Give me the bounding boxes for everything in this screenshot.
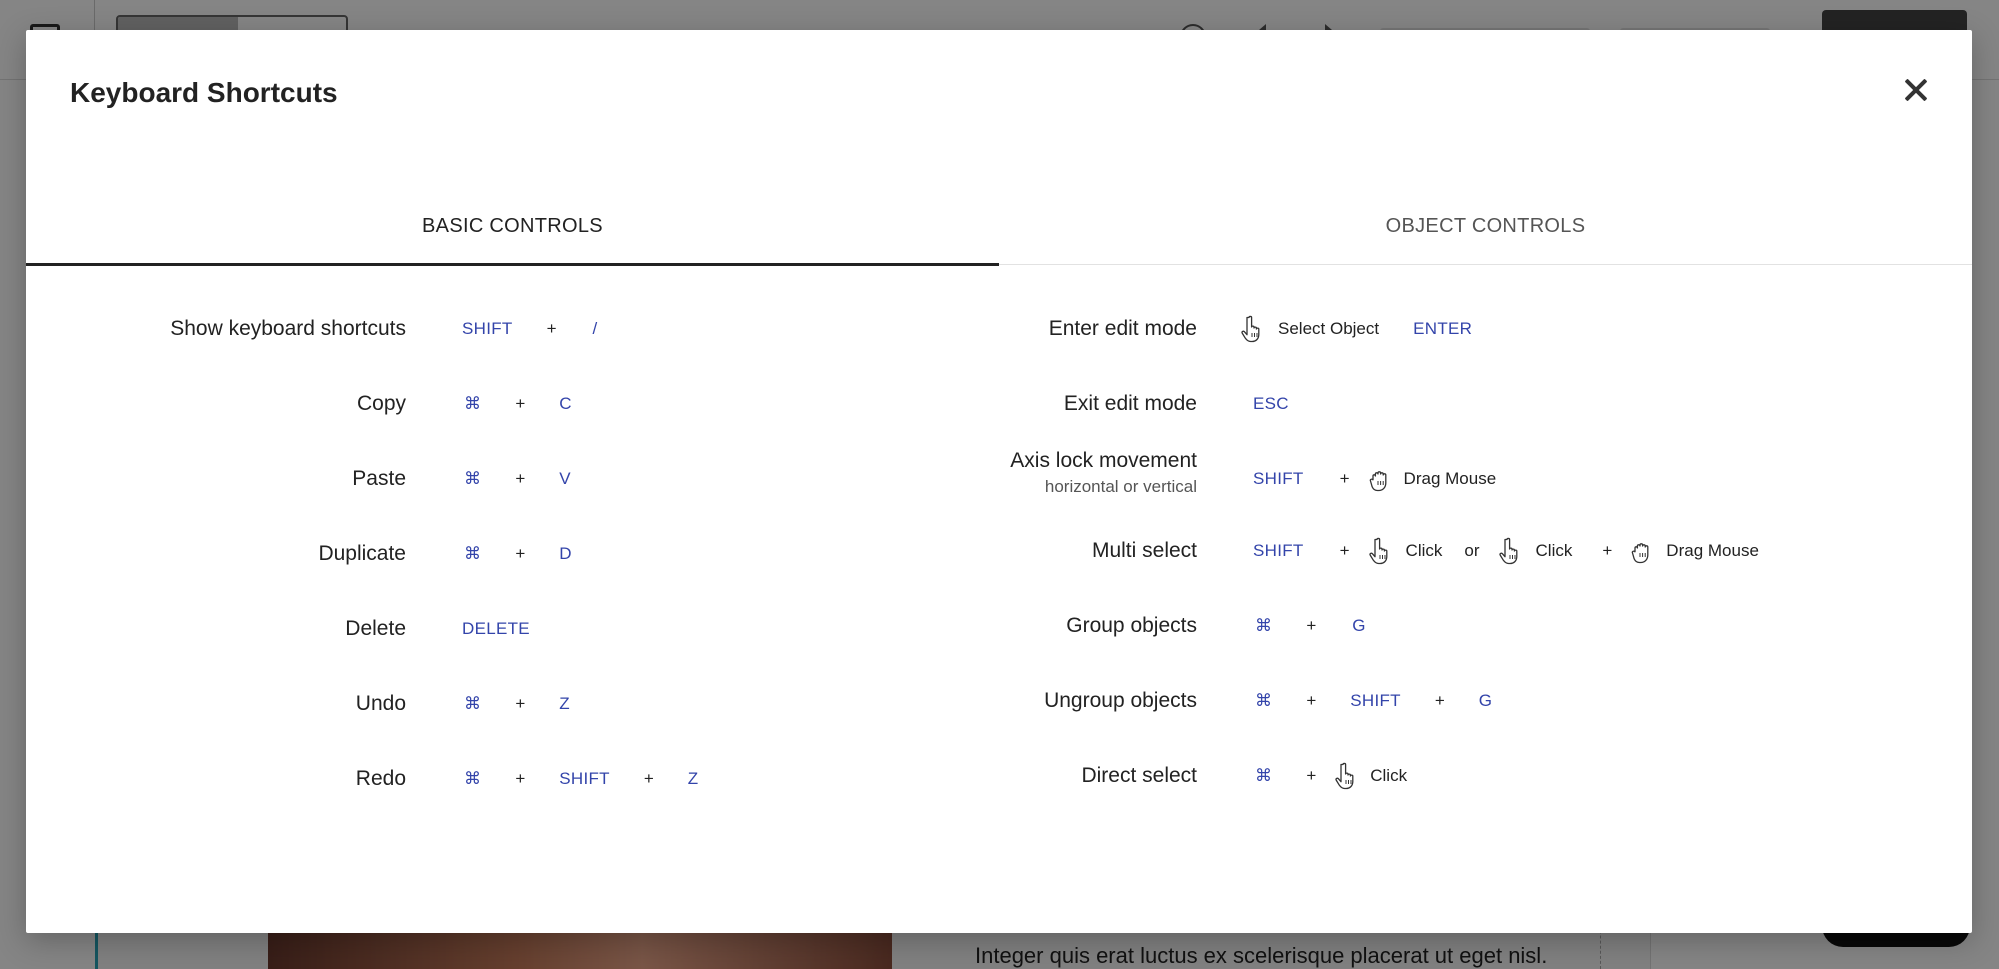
shortcut-keys: ⌘ + G: [1255, 604, 1366, 648]
action-label: Click: [1405, 541, 1443, 560]
tab-object-controls[interactable]: OBJECT CONTROLS: [999, 185, 1972, 265]
plus-sign: +: [1306, 766, 1317, 785]
key-shift: SHIFT: [1253, 541, 1304, 560]
plus-sign: +: [1339, 541, 1350, 560]
shortcut-label: Direct select: [1081, 764, 1197, 787]
shortcut-row: Enter edit mode: [26, 307, 1197, 351]
keyboard-shortcuts-dialog: Keyboard Shortcuts BASIC CONTROLS OBJECT…: [26, 30, 1972, 933]
key-g: G: [1352, 616, 1366, 635]
shortcut-label: Ungroup objects: [1044, 689, 1197, 712]
key-cmd: ⌘: [1255, 691, 1273, 710]
key-cmd: ⌘: [1255, 616, 1273, 635]
hand-pointer-icon: [1334, 761, 1360, 791]
plus-sign: +: [1306, 616, 1317, 635]
hand-pointer-icon: [1240, 314, 1266, 344]
shortcut-keys: ⌘ + SHIFT + G: [1255, 679, 1492, 723]
shortcut-label: Group objects: [1066, 614, 1197, 637]
shortcut-label-group: Axis lock movement horizontal or vertica…: [1010, 449, 1197, 497]
shortcut-keys: ⌘ + Click: [1255, 754, 1407, 798]
key-cmd: ⌘: [1255, 766, 1273, 785]
plus-sign: +: [1434, 691, 1445, 710]
key-shift: SHIFT: [1253, 469, 1304, 488]
shortcut-row: Group objects: [26, 604, 1197, 648]
dialog-title: Keyboard Shortcuts: [70, 77, 338, 108]
shortcut-row: Exit edit mode: [26, 382, 1197, 426]
tab-basic-controls[interactable]: BASIC CONTROLS: [26, 185, 999, 266]
shortcut-row: Direct select: [26, 754, 1197, 798]
close-icon[interactable]: [1896, 70, 1936, 110]
shortcut-keys: SHIFT + Drag Mouse: [1253, 457, 1496, 501]
hand-pointer-icon: [1498, 536, 1524, 566]
key-shift: SHIFT: [1350, 691, 1401, 710]
shortcut-tabs: BASIC CONTROLS OBJECT CONTROLS: [26, 185, 1972, 266]
or-separator: or: [1464, 541, 1480, 560]
shortcut-row: Axis lock movement horizontal or vertica…: [26, 449, 1197, 509]
shortcut-row: Multi select: [26, 529, 1197, 573]
hand-pointer-icon: [1368, 536, 1394, 566]
action-label: Select Object: [1278, 319, 1380, 338]
hand-grab-icon: [1368, 464, 1394, 494]
key-g: G: [1478, 691, 1493, 710]
action-label: Click: [1370, 766, 1408, 785]
shortcut-row: Ungroup objects: [26, 679, 1197, 723]
shortcut-label: Multi select: [1091, 539, 1197, 562]
plus-sign: +: [1602, 541, 1613, 560]
shortcut-sublabel: horizontal or vertical: [1044, 477, 1197, 496]
shortcut-label: Enter edit mode: [1048, 317, 1197, 340]
shortcut-keys: ESC: [1253, 382, 1289, 426]
key-enter: ENTER: [1413, 319, 1473, 338]
key-esc: ESC: [1253, 394, 1289, 413]
action-label: Drag Mouse: [1403, 469, 1497, 488]
shortcut-keys: Select Object ENTER: [1240, 307, 1472, 351]
plus-sign: +: [1339, 469, 1350, 488]
action-label: Click: [1535, 541, 1573, 560]
hand-grab-icon: [1630, 536, 1656, 566]
plus-sign: +: [1306, 691, 1317, 710]
shortcut-keys: SHIFT + Click or Click + Drag Mouse: [1253, 529, 1759, 573]
shortcut-label: Exit edit mode: [1063, 392, 1197, 415]
action-label: Drag Mouse: [1666, 541, 1759, 560]
shortcut-label: Axis lock movement: [1010, 449, 1197, 472]
